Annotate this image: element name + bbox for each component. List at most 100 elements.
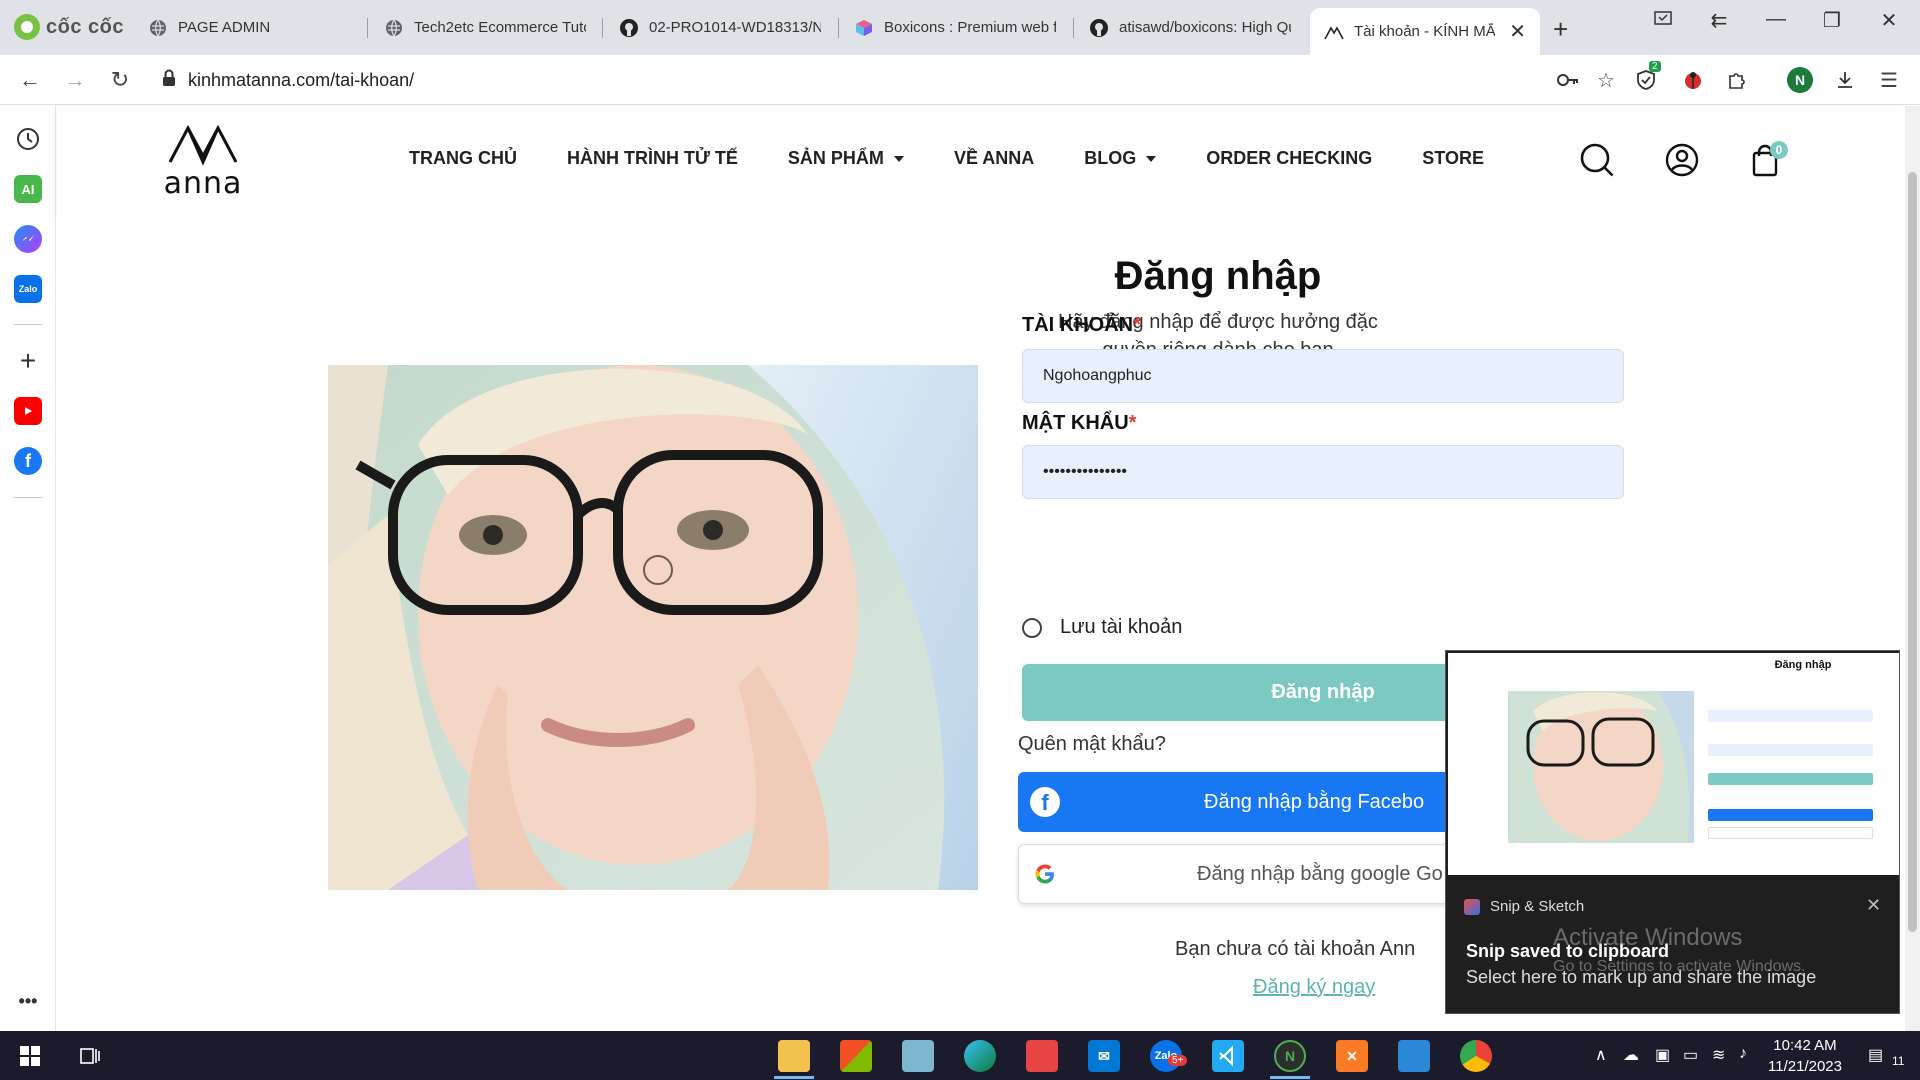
notepad-icon[interactable] bbox=[902, 1040, 934, 1072]
tab-tech2etc[interactable]: Tech2etc Ecommerce Tutor bbox=[370, 8, 600, 47]
action-center-icon[interactable]: ▤ bbox=[1868, 1045, 1883, 1065]
register-question: Bạn chưa có tài khoản Ann bbox=[1175, 938, 1416, 960]
caret-down-icon bbox=[893, 155, 904, 162]
lock-icon bbox=[162, 69, 176, 92]
notification-count: 11 bbox=[1892, 1054, 1905, 1068]
menu-item-hanh-trinh[interactable]: HÀNH TRÌNH TỬ TẾ bbox=[567, 148, 738, 169]
tab-github-repo[interactable]: 02-PRO1014-WD18313/Nh bbox=[605, 8, 835, 47]
register-link[interactable]: Đăng ký ngay bbox=[1253, 976, 1375, 999]
volume-icon[interactable]: ♪ bbox=[1739, 1045, 1747, 1063]
vscode-icon[interactable] bbox=[1212, 1040, 1244, 1072]
mail-icon[interactable]: ✉ bbox=[1088, 1040, 1120, 1072]
ladybug-extension-icon[interactable] bbox=[1680, 67, 1706, 93]
tab-tai-khoan[interactable]: Tài khoản - KÍNH MẮT ✕ bbox=[1310, 8, 1540, 55]
password-label-text: MẬT KHẨU bbox=[1022, 412, 1129, 434]
bookmark-star-icon[interactable]: ☆ bbox=[1593, 67, 1619, 93]
menu-hamburger-icon[interactable]: ☰ bbox=[1876, 67, 1902, 93]
menu-item-trang-chu[interactable]: TRANG CHỦ bbox=[409, 148, 517, 169]
microsoft-store-icon[interactable] bbox=[840, 1040, 872, 1072]
snip-app-name: Snip & Sketch bbox=[1490, 898, 1585, 915]
xampp-icon[interactable]: ✕ bbox=[1336, 1040, 1368, 1072]
history-icon[interactable] bbox=[14, 125, 42, 153]
cart-count-badge: 0 bbox=[1770, 141, 1788, 159]
tab-separator bbox=[1073, 18, 1074, 38]
ai-assistant-icon[interactable]: AI bbox=[14, 175, 42, 203]
edge-icon[interactable] bbox=[964, 1040, 996, 1072]
onedrive-cloud-icon[interactable]: ☁ bbox=[1623, 1045, 1639, 1065]
youtube-icon[interactable] bbox=[14, 397, 42, 425]
messenger-icon[interactable] bbox=[14, 225, 42, 253]
wifi-icon[interactable]: ≋ bbox=[1712, 1045, 1725, 1065]
minimize-button[interactable]: — bbox=[1756, 8, 1796, 31]
menu-item-store[interactable]: STORE bbox=[1422, 148, 1484, 169]
username-label-text: TÀI KHOẢN bbox=[1022, 314, 1134, 336]
remember-account-option[interactable]: Lưu tài khoản bbox=[1022, 616, 1182, 639]
new-tab-button[interactable]: + bbox=[1553, 14, 1568, 45]
back-to-tab-icon[interactable]: ⇇ bbox=[1699, 8, 1739, 33]
preview-title: Đăng nhập bbox=[1774, 659, 1832, 671]
close-tab-icon[interactable]: ✕ bbox=[1509, 19, 1526, 44]
close-window-button[interactable]: ✕ bbox=[1869, 8, 1909, 33]
search-icon[interactable] bbox=[1577, 140, 1617, 180]
photos-icon[interactable] bbox=[1398, 1040, 1430, 1072]
facebook-icon[interactable]: f bbox=[14, 447, 42, 475]
address-bar[interactable]: kinhmatanna.com/tai-khoan/ bbox=[148, 61, 1678, 99]
close-notification-icon[interactable]: ✕ bbox=[1866, 895, 1881, 916]
device-icon[interactable]: ▣ bbox=[1655, 1045, 1670, 1065]
remember-radio[interactable] bbox=[1022, 617, 1042, 638]
tab-boxicons[interactable]: Boxicons : Premium web fr bbox=[840, 8, 1070, 47]
coccoc-logo-icon bbox=[14, 14, 40, 40]
maximize-button[interactable]: ❐ bbox=[1812, 8, 1852, 33]
menu-item-ve-anna[interactable]: VỀ ANNA bbox=[954, 148, 1034, 169]
menu-item-label: BLOG bbox=[1084, 148, 1137, 168]
clock-time: 10:42 AM bbox=[1773, 1037, 1837, 1054]
required-mark: * bbox=[1133, 314, 1141, 336]
reading-mode-icon[interactable] bbox=[1643, 8, 1683, 34]
snip-preview-image[interactable]: Đăng nhập bbox=[1448, 653, 1899, 875]
chrome-icon[interactable] bbox=[1460, 1040, 1492, 1072]
battery-icon[interactable]: ▭ bbox=[1683, 1045, 1698, 1065]
active-app-indicator bbox=[1270, 1076, 1310, 1079]
tab-label: Tech2etc Ecommerce Tutor bbox=[414, 19, 586, 36]
snip-sketch-taskbar-icon[interactable] bbox=[1026, 1040, 1058, 1072]
menu-item-san-pham[interactable]: SẢN PHẨM bbox=[788, 148, 904, 169]
task-view-icon[interactable] bbox=[74, 1040, 106, 1072]
coccoc-taskbar-icon[interactable]: N bbox=[1274, 1040, 1306, 1072]
password-key-icon[interactable] bbox=[1555, 67, 1581, 93]
browser-brand[interactable]: cốc cốc bbox=[14, 14, 124, 40]
google-logo-icon bbox=[1033, 862, 1057, 893]
adblock-shield-icon[interactable]: 2 bbox=[1633, 61, 1661, 93]
downloads-icon[interactable] bbox=[1832, 67, 1858, 93]
taskbar-clock[interactable]: 10:42 AM 11/21/2023 bbox=[1760, 1035, 1850, 1077]
extensions-puzzle-icon[interactable] bbox=[1724, 67, 1750, 93]
boxicons-icon bbox=[854, 18, 874, 38]
forward-button[interactable]: → bbox=[61, 67, 89, 93]
profile-avatar[interactable]: N bbox=[1787, 67, 1813, 93]
required-mark: * bbox=[1128, 412, 1137, 434]
zalo-icon[interactable]: Zalo bbox=[14, 275, 42, 303]
menu-item-blog[interactable]: BLOG bbox=[1084, 148, 1157, 169]
scrollbar-thumb[interactable] bbox=[1908, 172, 1917, 932]
preview-login-button bbox=[1708, 773, 1873, 785]
tab-page-admin[interactable]: PAGE ADMIN bbox=[134, 8, 364, 47]
reload-button[interactable]: ↻ bbox=[106, 67, 134, 93]
page-scrollbar[interactable] bbox=[1905, 106, 1920, 1031]
tab-github-boxicons[interactable]: atisawd/boxicons: High Qu bbox=[1075, 8, 1305, 47]
file-explorer-icon[interactable] bbox=[778, 1040, 810, 1072]
add-panel-icon[interactable]: + bbox=[14, 345, 42, 376]
windows-start-icon[interactable] bbox=[14, 1040, 46, 1072]
snip-sketch-icon bbox=[1464, 898, 1480, 915]
password-field[interactable]: ••••••••••••••• bbox=[1022, 445, 1624, 499]
back-button[interactable]: ← bbox=[16, 67, 44, 93]
username-field[interactable]: Ngohoangphuc bbox=[1022, 349, 1624, 403]
forgot-password-link[interactable]: Quên mật khẩu? bbox=[1018, 733, 1166, 756]
more-options-icon[interactable]: ••• bbox=[14, 987, 42, 1015]
anna-favicon-icon bbox=[1324, 22, 1344, 42]
menu-item-order-checking[interactable]: ORDER CHECKING bbox=[1206, 148, 1372, 169]
caret-down-icon bbox=[1146, 155, 1157, 162]
site-logo[interactable]: anna bbox=[162, 122, 244, 201]
browser-sidebar: AI Zalo + f ••• bbox=[0, 105, 56, 1031]
account-user-icon[interactable] bbox=[1662, 140, 1702, 180]
tab-label: PAGE ADMIN bbox=[178, 19, 271, 36]
tray-overflow-icon[interactable]: ∧ bbox=[1595, 1045, 1607, 1065]
